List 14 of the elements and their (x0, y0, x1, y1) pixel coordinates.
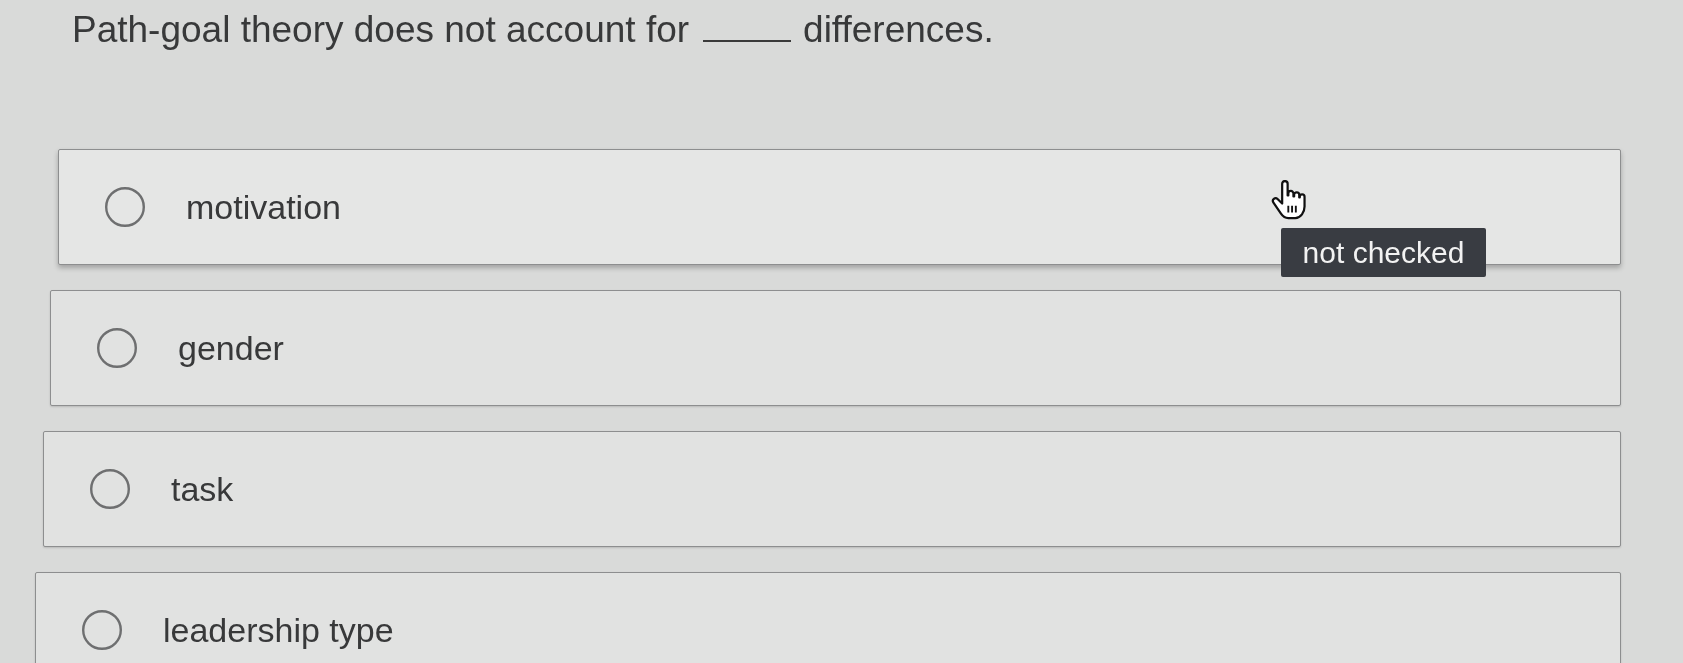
option-label: gender (178, 328, 284, 368)
option-label: task (171, 469, 234, 509)
radio-button[interactable] (97, 328, 137, 368)
question-text: differences. (803, 9, 994, 51)
option-label: motivation (186, 187, 341, 227)
answer-option[interactable]: leadership type (35, 572, 1621, 663)
answer-option[interactable]: task (43, 431, 1621, 547)
radio-button[interactable] (105, 187, 145, 227)
option-label: leadership type (163, 610, 394, 650)
question-text: Path-goal theory does not account for (72, 9, 690, 51)
tooltip: not checked (1281, 228, 1486, 277)
answer-option[interactable]: gender (50, 290, 1621, 406)
radio-button[interactable] (90, 469, 130, 509)
radio-button[interactable] (82, 610, 122, 650)
